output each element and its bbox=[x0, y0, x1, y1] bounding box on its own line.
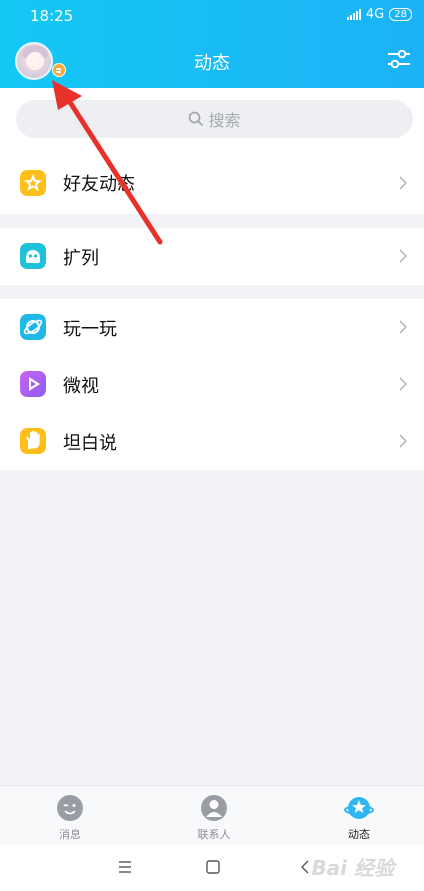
menu-group-2: 扩列 bbox=[0, 228, 424, 285]
battery-icon: 28 bbox=[389, 8, 412, 21]
menu-item-play[interactable]: 玩一玩 bbox=[0, 299, 424, 356]
menu-item-label: 玩一玩 bbox=[63, 318, 117, 340]
settings-sliders-icon[interactable] bbox=[387, 48, 411, 70]
tab-contacts[interactable]: 联系人 bbox=[164, 793, 264, 842]
menu-group-1: 好友动态 bbox=[0, 152, 424, 214]
search-input[interactable]: 搜索 bbox=[16, 100, 413, 138]
menu-item-expand-list[interactable]: 扩列 bbox=[0, 228, 424, 285]
friends-feed-star-icon bbox=[20, 170, 46, 196]
chevron-right-icon bbox=[399, 434, 408, 448]
feed-planet-icon bbox=[344, 797, 374, 819]
contacts-icon bbox=[201, 795, 227, 821]
expand-list-icon bbox=[20, 243, 46, 269]
status-time: 18:25 bbox=[30, 7, 74, 25]
watermark: Bai 经验 bbox=[311, 856, 394, 880]
weishi-play-icon bbox=[20, 371, 46, 397]
play-planet-icon bbox=[20, 314, 46, 340]
menu-item-label: 微视 bbox=[63, 375, 99, 397]
menu-item-label: 扩列 bbox=[63, 247, 99, 269]
page-title: 动态 bbox=[194, 53, 230, 74]
bottom-tab-bar: 消息 联系人 动态 bbox=[0, 785, 424, 845]
chevron-right-icon bbox=[399, 377, 408, 391]
menu-item-label: 坦白说 bbox=[63, 432, 117, 454]
status-indicators: 4G 28 bbox=[346, 7, 412, 22]
menu-item-friends-feed[interactable]: 好友动态 bbox=[0, 152, 424, 214]
search-placeholder: 搜索 bbox=[208, 111, 241, 130]
menu-item-label: 好友动态 bbox=[63, 174, 135, 195]
menu-item-confession[interactable]: 坦白说 bbox=[0, 413, 424, 470]
tab-feed[interactable]: 动态 bbox=[309, 793, 409, 842]
search-icon bbox=[189, 111, 204, 127]
tab-messages[interactable]: 消息 bbox=[20, 793, 120, 842]
hand-icon bbox=[20, 428, 46, 454]
network-type: 4G bbox=[365, 7, 385, 22]
tab-label: 联系人 bbox=[197, 828, 231, 841]
signal-icon bbox=[346, 9, 361, 20]
chevron-right-icon bbox=[399, 320, 408, 334]
tab-label: 动态 bbox=[348, 828, 370, 841]
chevron-right-icon bbox=[399, 176, 408, 190]
menu-item-weishi[interactable]: 微视 bbox=[0, 356, 424, 413]
menu-lines-icon[interactable] bbox=[117, 859, 133, 875]
search-section: 搜索 bbox=[0, 88, 424, 152]
tab-label: 消息 bbox=[59, 828, 81, 841]
message-icon bbox=[57, 795, 83, 821]
home-square-icon[interactable] bbox=[205, 859, 221, 875]
header-bar: 18:25 4G 28 动态 bbox=[0, 0, 424, 88]
chevron-right-icon bbox=[399, 249, 408, 263]
menu-group-3: 玩一玩 微视 坦白说 bbox=[0, 299, 424, 470]
status-bar: 18:25 4G 28 bbox=[0, 0, 424, 32]
